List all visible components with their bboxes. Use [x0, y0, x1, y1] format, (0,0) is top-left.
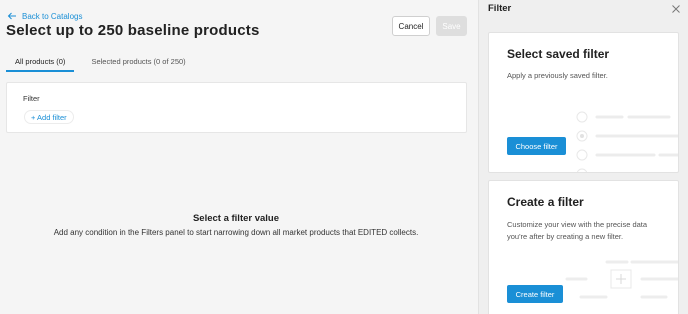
- panel-title: Filter: [488, 3, 512, 14]
- filter-bar: Filter + Add filter: [6, 82, 467, 133]
- create-filter-card: Create a filter Customize your view with…: [488, 180, 679, 314]
- empty-state-title: Select a filter value: [192, 213, 280, 224]
- main-area: Back to Catalogs Select up to 250 baseli…: [0, 0, 478, 314]
- saved-filter-title: Select saved filter: [507, 47, 610, 61]
- create-filter-button[interactable]: Create filter: [507, 285, 563, 303]
- filter-panel: Filter Select saved filter Apply a previ…: [479, 0, 688, 314]
- choose-filter-button[interactable]: Choose filter: [507, 137, 566, 155]
- save-button[interactable]: Save: [436, 16, 467, 36]
- saved-filter-description: Apply a previously saved filter.: [507, 71, 608, 80]
- saved-filter-card: Select saved filter Apply a previously s…: [488, 32, 679, 173]
- tab-selected-products[interactable]: Selected products (0 of 250): [82, 54, 194, 72]
- product-tabs: All products (0) Selected products (0 of…: [6, 54, 195, 72]
- page-title: Select up to 250 baseline products: [6, 22, 260, 39]
- create-filter-title: Create a filter: [507, 195, 584, 209]
- tab-all-products[interactable]: All products (0): [6, 54, 75, 72]
- back-to-catalogs-link[interactable]: Back to Catalogs: [7, 11, 82, 21]
- back-link-label: Back to Catalogs: [22, 11, 83, 21]
- filter-label: Filter: [23, 94, 40, 103]
- arrow-left-icon: [7, 12, 16, 20]
- close-icon[interactable]: [671, 4, 681, 14]
- add-filter-button[interactable]: + Add filter: [24, 110, 74, 124]
- empty-state-description: Add any condition in the Filters panel t…: [53, 228, 419, 237]
- create-filter-description: Customize your view with the precise dat…: [507, 220, 648, 241]
- cancel-button[interactable]: Cancel: [392, 16, 430, 36]
